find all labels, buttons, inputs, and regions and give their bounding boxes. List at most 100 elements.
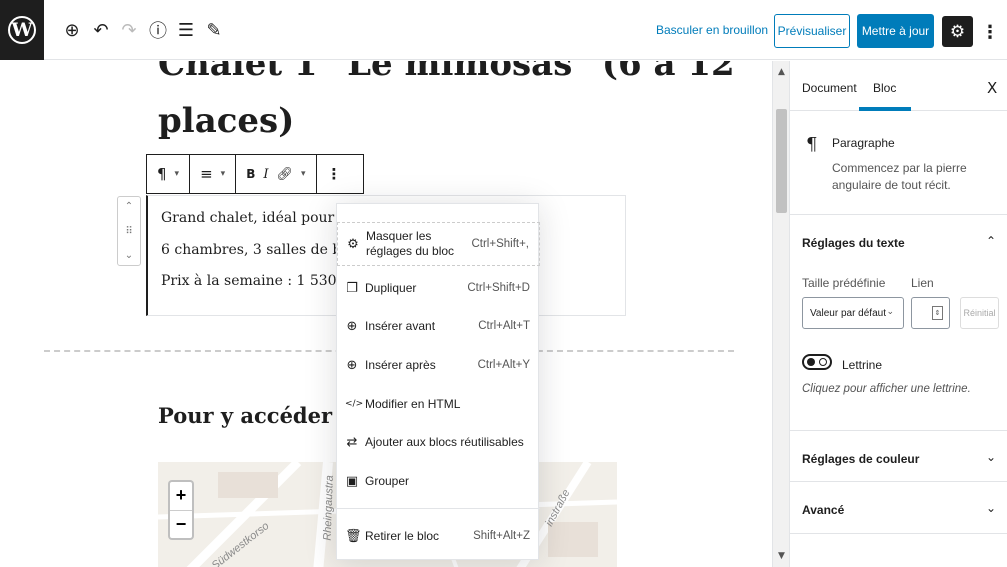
scroll-thumb[interactable] (776, 109, 787, 213)
settings-toggle-button[interactable]: ⚙ (942, 16, 973, 47)
panel-divider (790, 481, 1007, 482)
color-settings-panel-toggle[interactable]: Réglages de couleur (802, 452, 919, 466)
close-sidebar-button[interactable]: X (987, 79, 997, 97)
chevron-down-icon[interactable]: ⌄ (986, 501, 996, 515)
block-toolbar: ¶ ▾ ≡ ▾ B I 🔗︎ ▾ ⋮ (146, 154, 364, 194)
move-down-icon[interactable]: ⌄ (125, 250, 133, 261)
text-settings-panel-toggle[interactable]: Réglages du texte (802, 236, 905, 250)
chevron-up-icon[interactable]: ⌃ (986, 234, 996, 248)
dropcap-help-text: Cliquez pour afficher une lettrine. (802, 383, 971, 395)
menu-item-shortcut: Shift+Alt+Z (473, 530, 530, 542)
link-icon[interactable]: 🔗︎ (272, 167, 297, 182)
line-height-label: Lien (911, 276, 934, 290)
scroll-up-icon[interactable]: ▲ (773, 67, 790, 77)
block-switcher-group: ¶ ▾ (147, 155, 191, 193)
dropcap-toggle[interactable] (802, 354, 832, 370)
panel-divider (790, 430, 1007, 431)
drag-handle-icon[interactable]: ⠿ (125, 226, 132, 237)
post-title-continuation[interactable]: places) (158, 101, 294, 141)
more-options-icon[interactable]: ⋮ (323, 165, 346, 183)
map-street-label: Rheingaustra (321, 475, 336, 541)
zoom-in-button[interactable]: + (170, 482, 192, 511)
chevron-down-icon[interactable]: ▾ (217, 169, 230, 179)
vertical-ellipsis-icon: ⋮ (981, 21, 999, 43)
chevron-down-icon[interactable]: ▾ (171, 169, 184, 179)
redo-icon[interactable]: ↷ (119, 20, 139, 41)
trash-icon: 🗑︎ (345, 528, 362, 544)
paragraph-icon: ¶ (806, 134, 818, 155)
block-mover: ⌃ ⠿ ⌄ (117, 196, 141, 266)
menu-item-hide-settings[interactable]: ⚙ Masquer les réglages du bloc Ctrl+Shif… (337, 222, 540, 266)
menu-item-insert-before[interactable]: ⊕ Insérer avant Ctrl+Alt+T (337, 314, 540, 338)
preview-button[interactable]: Prévisualiser (774, 14, 850, 48)
post-title[interactable]: Chalet 1 "Le mimosas" (6 à 12 (158, 61, 735, 81)
add-block-icon[interactable]: ⊕ (62, 20, 82, 41)
switch-to-draft-button[interactable]: Basculer en brouillon (656, 23, 768, 37)
scroll-down-icon[interactable]: ▼ (773, 551, 790, 561)
more-options-group: ⋮ (317, 155, 352, 193)
menu-item-label: Grouper (365, 473, 410, 488)
menu-item-label: Retirer le bloc (365, 528, 440, 543)
align-icon[interactable]: ≡ (196, 165, 217, 183)
menu-item-label: Dupliquer (365, 280, 417, 295)
menu-item-label: Insérer avant (365, 318, 436, 333)
block-card-title: Paragraphe (832, 136, 895, 150)
editor-header: W ⊕ ↶ ↷ ⓘ ☰ ✎ Basculer en brouillon Prév… (0, 0, 1007, 60)
undo-icon[interactable]: ↶ (91, 20, 111, 41)
wordpress-icon: W (8, 16, 36, 44)
menu-item-label: Masquer les réglages du bloc (366, 229, 455, 258)
zoom-out-button[interactable]: − (170, 511, 192, 539)
font-size-select-value: Valeur par défaut (810, 307, 886, 319)
advanced-panel-toggle[interactable]: Avancé (802, 503, 844, 517)
insert-before-icon: ⊕ (346, 318, 358, 334)
menu-item-label: Insérer après (365, 357, 436, 372)
reusable-icon: ⇄ (346, 434, 358, 450)
move-up-icon[interactable]: ⌃ (125, 201, 133, 212)
wordpress-logo[interactable]: W (0, 0, 44, 60)
editor-scrollbar[interactable]: ▲ ▼ (772, 61, 789, 567)
more-tools-button[interactable]: ⋮ (981, 18, 999, 46)
update-button[interactable]: Mettre à jour (857, 14, 934, 48)
more-rich-text-icon[interactable]: ▾ (297, 169, 310, 179)
menu-item-label: Ajouter aux blocs réutilisables (365, 434, 524, 449)
block-options-menu: ⚙ Masquer les réglages du bloc Ctrl+Shif… (336, 203, 540, 560)
reset-button[interactable]: Réinitial (960, 297, 999, 329)
dropcap-label: Lettrine (842, 358, 883, 372)
spinner-icon[interactable]: ⇕ (932, 306, 943, 320)
menu-item-remove-block[interactable]: 🗑︎ Retirer le bloc Shift+Alt+Z (337, 524, 540, 548)
settings-sidebar: Document Bloc X ¶ Paragraphe Commencez p… (789, 61, 1007, 567)
chevron-down-icon[interactable]: ⌄ (986, 450, 996, 464)
menu-item-edit-html[interactable]: </> Modifier en HTML (337, 392, 540, 416)
tab-block[interactable]: Bloc (873, 81, 896, 95)
menu-divider (337, 508, 540, 509)
insert-after-icon: ⊕ (346, 357, 358, 373)
alignment-group: ≡ ▾ (190, 155, 237, 193)
tab-document[interactable]: Document (802, 81, 857, 95)
menu-item-label: Modifier en HTML (365, 396, 461, 411)
block-card: ¶ Paragraphe Commencez par la pierre ang… (790, 112, 1007, 215)
chevron-down-icon: ⌄ (886, 307, 894, 317)
gear-icon: ⚙ (347, 236, 359, 252)
pencil-icon[interactable]: ✎ (204, 20, 224, 41)
heading-block[interactable]: Pour y accéder (158, 403, 332, 428)
menu-item-add-reusable[interactable]: ⇄ Ajouter aux blocs réutilisables (337, 430, 540, 454)
italic-button[interactable]: I (259, 167, 272, 182)
paragraph-icon[interactable]: ¶ (153, 165, 171, 183)
toggle-knob (807, 358, 815, 366)
block-card-description: Commencez par la pierre angulaire de tou… (832, 161, 967, 192)
custom-size-input[interactable]: ⇕ (911, 297, 950, 329)
font-size-select[interactable]: Valeur par défaut ⌄ (802, 297, 904, 329)
duplicate-icon: ❐ (346, 280, 358, 296)
bold-button[interactable]: B (242, 167, 259, 181)
list-view-icon[interactable]: ☰ (176, 20, 196, 41)
menu-item-group[interactable]: ▣ Grouper (337, 469, 540, 493)
info-icon[interactable]: ⓘ (148, 20, 168, 42)
sidebar-tabs: Document Bloc X (790, 61, 1007, 111)
paragraph-line[interactable]: Prix à la semaine : 1 530 € (161, 273, 350, 289)
menu-item-insert-after[interactable]: ⊕ Insérer après Ctrl+Alt+Y (337, 353, 540, 377)
html-icon: </> (345, 399, 364, 409)
panel-divider (790, 533, 1007, 534)
active-tab-indicator (859, 107, 911, 111)
menu-item-shortcut: Ctrl+Alt+T (478, 320, 530, 332)
menu-item-duplicate[interactable]: ❐ Dupliquer Ctrl+Shift+D (337, 276, 540, 300)
